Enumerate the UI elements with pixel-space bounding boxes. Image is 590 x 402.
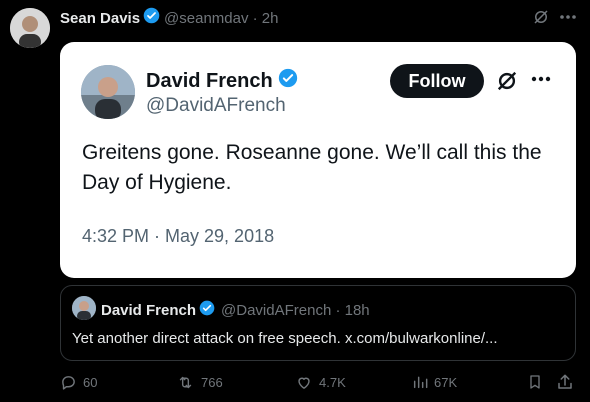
views-icon [413,376,428,389]
quote-author-name: David French [101,302,197,319]
card-author-name[interactable]: David French [146,68,298,94]
verified-badge-icon [199,300,215,321]
author-handle-time[interactable]: @seanmdav · 2h [164,10,278,27]
like-count: 4.7K [319,375,346,390]
views-button[interactable]: 67K [412,374,457,390]
quote-text: Yet another direct attack on free speech… [72,330,498,347]
more-icon[interactable] [558,8,578,31]
reply-count: 60 [83,375,98,390]
repost-button[interactable]: 766 [176,374,223,391]
like-icon [298,377,310,389]
tweet-header: Sean Davis @seanmdav · 2h [60,7,279,29]
repost-icon [179,376,192,389]
verified-badge-icon [143,7,160,29]
card-author-name-text: David French [146,69,273,92]
embedded-tweet-card[interactable]: David French @DavidAFrench Follow Greite… [60,42,576,278]
reply-icon [62,376,75,390]
repost-count: 766 [201,375,223,390]
avatar[interactable] [81,65,135,119]
follow-button[interactable]: Follow [390,64,484,98]
more-icon[interactable] [530,72,552,91]
bookmark-icon[interactable] [527,373,543,396]
card-timestamp[interactable]: 4:32 PM · May 29, 2018 [82,226,274,247]
quote-header: David French @DavidAFrench · 18h [101,300,370,321]
reply-button[interactable]: 60 [60,374,97,391]
grok-icon[interactable] [532,8,550,31]
quote-handle-time: @DavidAFrench · 18h [221,302,370,319]
like-button[interactable]: 4.7K [295,374,346,391]
avatar [72,296,96,320]
author-name[interactable]: Sean Davis [60,10,140,27]
card-author-handle[interactable]: @DavidAFrench [146,95,286,117]
views-count: 67K [434,374,458,390]
share-icon[interactable] [556,373,574,396]
avatar[interactable] [10,8,50,48]
grok-icon[interactable] [496,70,518,97]
quoted-tweet[interactable]: David French @DavidAFrench · 18h Yet ano… [60,285,576,361]
card-tweet-text: Greitens gone. Roseanne gone. We’ll call… [82,141,542,194]
verified-badge-icon [278,68,298,94]
